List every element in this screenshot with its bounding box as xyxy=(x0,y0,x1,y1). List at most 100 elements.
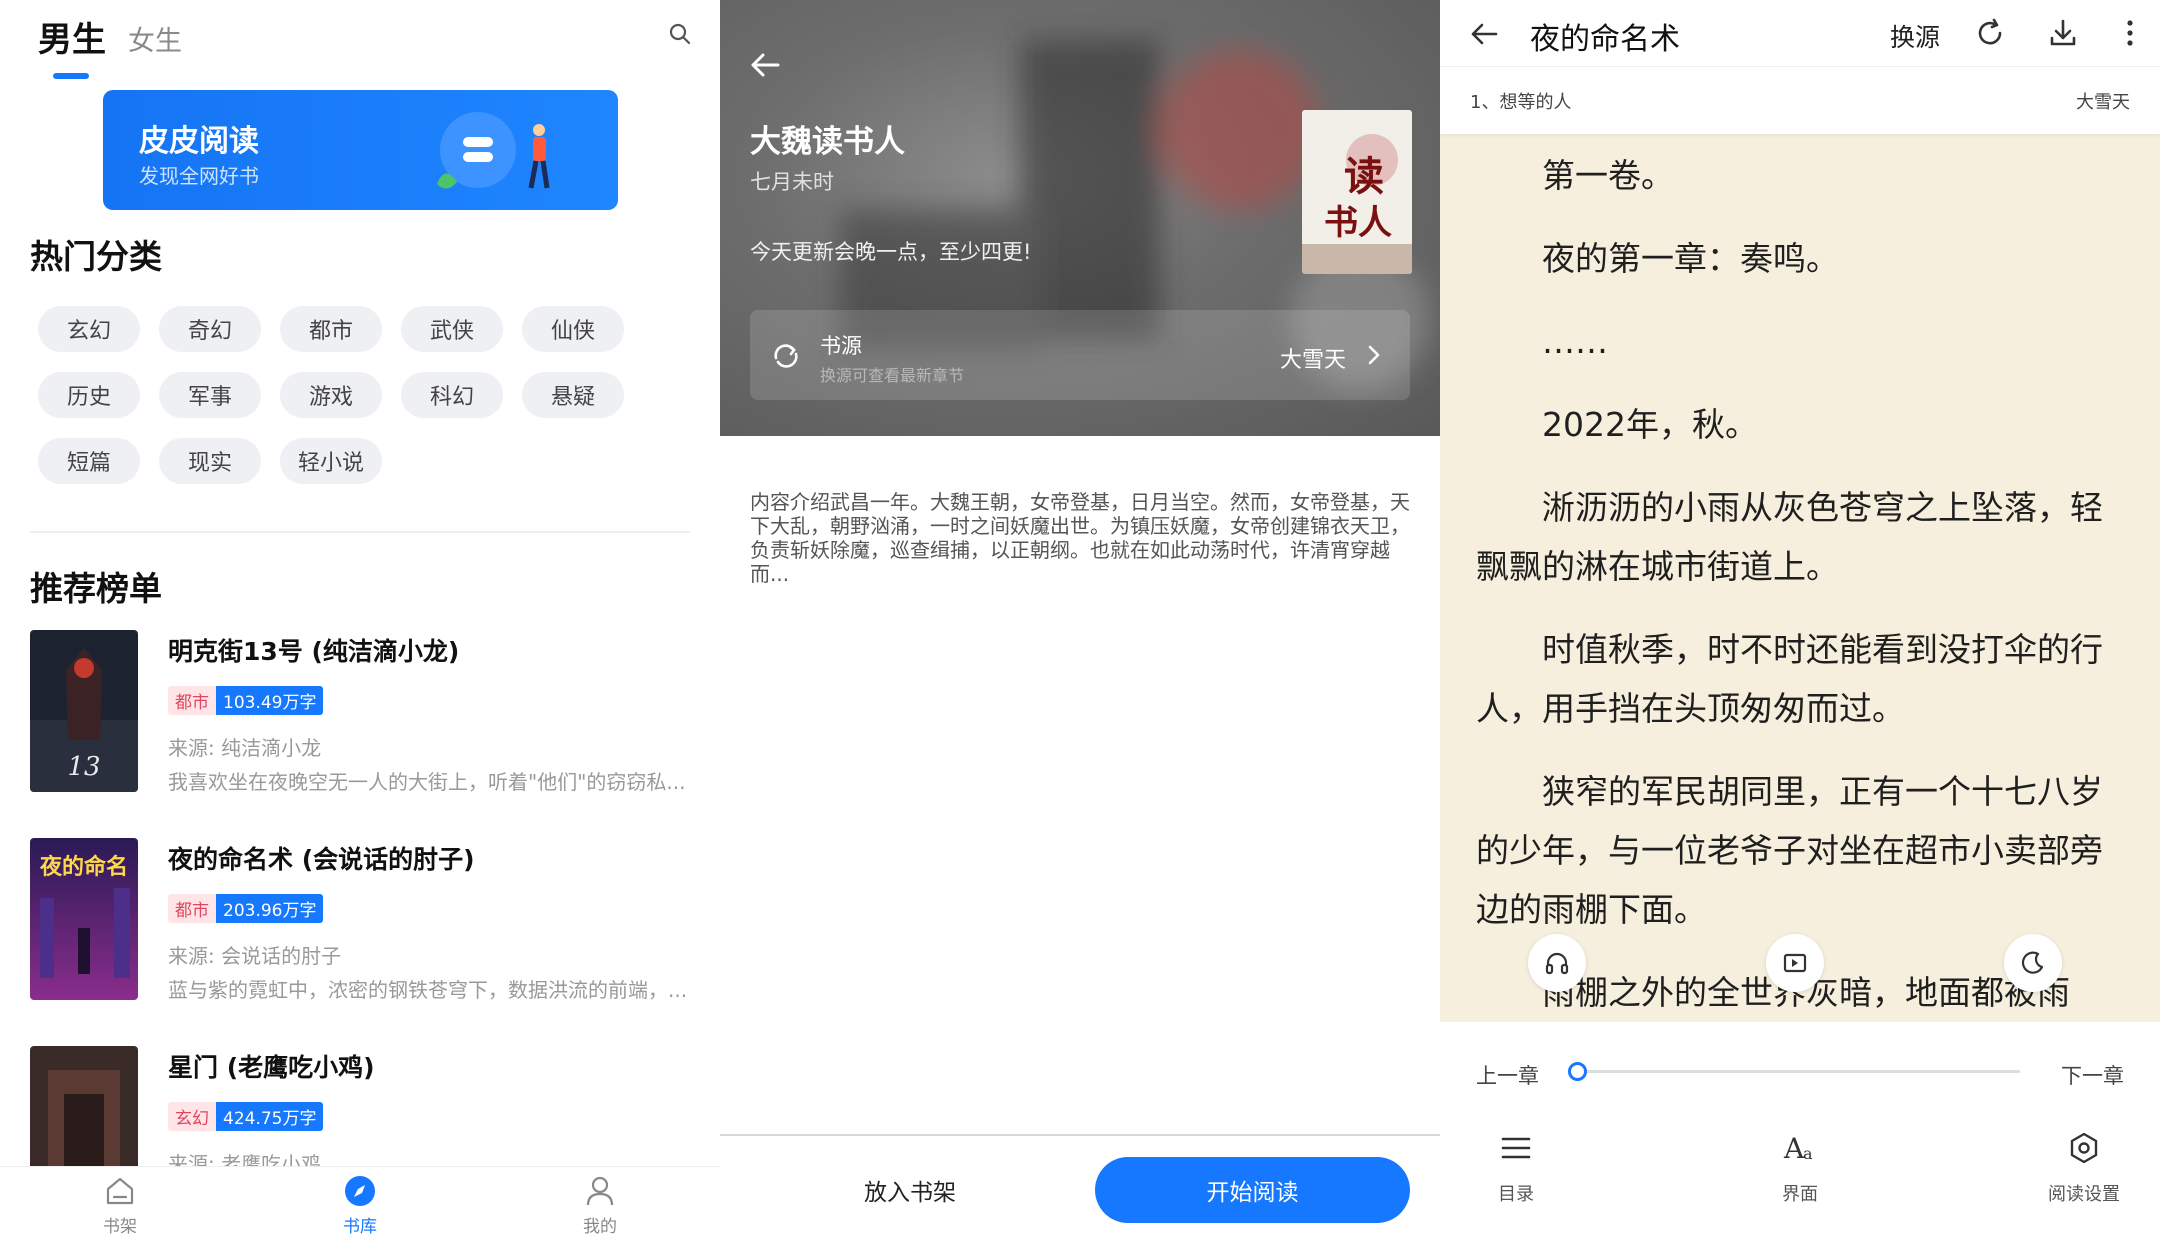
category-chips: 玄幻 奇幻 都市 武侠 仙侠 历史 军事 游戏 科幻 悬疑 短篇 现实 轻小说 xyxy=(38,306,638,484)
swap-source-icon xyxy=(774,344,798,368)
category-chip[interactable]: 奇幻 xyxy=(159,306,261,352)
hot-categories-title: 热门分类 xyxy=(30,237,162,276)
svg-text:A: A xyxy=(1783,1132,1805,1165)
category-chip[interactable]: 武侠 xyxy=(401,306,503,352)
category-tag: 都市 xyxy=(168,686,216,715)
tab-male[interactable]: 男生 xyxy=(38,12,106,79)
reading-settings-button[interactable]: 阅读设置 xyxy=(2044,1130,2124,1206)
book-source: 来源: 会说话的肘子 xyxy=(168,944,342,968)
rankings-title: 推荐榜单 xyxy=(30,569,162,608)
svg-text:13: 13 xyxy=(67,752,100,782)
list-item[interactable]: 13 明克街13号 (纯洁滴小龙) 都市 103.49万字 来源: 纯洁滴小龙 … xyxy=(30,630,690,838)
book-cover: 13 xyxy=(30,630,138,792)
search-icon[interactable] xyxy=(668,22,692,46)
book-title: 大魏读书人 xyxy=(750,124,905,160)
auto-page-icon xyxy=(1783,953,1807,973)
banner-illustration xyxy=(437,112,550,189)
source-hint: 换源可查看最新章节 xyxy=(820,366,965,385)
reader-book-title: 夜的命名术 xyxy=(1530,22,1680,57)
paragraph: 淅沥沥的小雨从灰色苍穹之上坠落，轻飘飘的淋在城市街道上。 xyxy=(1476,488,2103,586)
nav-label: 书架 xyxy=(103,1217,137,1237)
next-chapter-button[interactable]: 下一章 xyxy=(2061,1060,2124,1090)
toolbar-divider xyxy=(1440,66,2160,67)
back-arrow-icon[interactable] xyxy=(1468,18,1500,50)
book-author: 七月未时 xyxy=(750,170,834,194)
book-detail-panel: 大魏读书人 七月未时 今天更新会晚一点，至少四更! 读 书人 书源 换源可查看最… xyxy=(720,0,1440,1244)
nav-profile[interactable]: 我的 xyxy=(540,1174,660,1237)
moon-icon xyxy=(2021,951,2044,974)
category-chip[interactable]: 历史 xyxy=(38,372,140,418)
category-chip[interactable]: 科幻 xyxy=(401,372,503,418)
swap-source-button[interactable]: 换源 xyxy=(1890,18,1940,54)
tool-label: 界面 xyxy=(1782,1184,1818,1205)
book-title: 星门 (老鹰吃小鸡) xyxy=(168,1053,375,1082)
chevron-right-icon xyxy=(1368,345,1380,365)
menu-list-icon xyxy=(1501,1137,1531,1159)
category-chip[interactable]: 仙侠 xyxy=(522,306,624,352)
previous-chapter-button[interactable]: 上一章 xyxy=(1476,1060,1539,1090)
listen-button[interactable] xyxy=(1528,934,1586,992)
category-chip[interactable]: 短篇 xyxy=(38,438,140,484)
current-chapter: 1、想等的人 xyxy=(1470,92,1572,113)
svg-text:夜的命名: 夜的命名 xyxy=(39,854,128,880)
tab-female[interactable]: 女生 xyxy=(128,19,182,61)
category-chip[interactable]: 悬疑 xyxy=(522,372,624,418)
toc-button[interactable]: 目录 xyxy=(1476,1130,1556,1206)
appearance-button[interactable]: A a 界面 xyxy=(1760,1130,1840,1206)
book-cover: 夜的命名 xyxy=(30,838,138,1000)
current-source: 大雪天 xyxy=(2076,92,2130,113)
bookstore-panel: 男生 女生 皮皮阅读 发现全网好书 热门分类 玄幻 奇幻 都市 武侠 仙侠 历史… xyxy=(0,0,720,1244)
book-source-selector[interactable]: 书源 换源可查看最新章节 大雪天 xyxy=(750,310,1410,400)
promo-banner[interactable]: 皮皮阅读 发现全网好书 xyxy=(103,90,618,210)
category-tag: 玄幻 xyxy=(168,1102,216,1131)
refresh-icon[interactable] xyxy=(1973,16,2007,50)
settings-hexagon-icon xyxy=(2070,1132,2098,1164)
reader-toolbar: 夜的命名术 换源 1、想等的人 大雪天 xyxy=(1440,0,2160,134)
length-tag: 424.75万字 xyxy=(216,1102,324,1131)
nav-label: 我的 xyxy=(583,1217,617,1237)
category-chip[interactable]: 都市 xyxy=(280,306,382,352)
book-title: 明克街13号 (纯洁滴小龙) xyxy=(168,637,460,666)
nav-library[interactable]: 书库 xyxy=(300,1174,420,1237)
tool-label: 目录 xyxy=(1498,1184,1534,1205)
update-notice: 今天更新会晚一点，至少四更! xyxy=(750,240,1032,264)
book-introduction: 内容介绍武昌一年。大魏王朝，女帝登基，日月当空。然而，女帝登基，天下大乱，朝野汹… xyxy=(750,490,1410,586)
user-icon xyxy=(586,1176,614,1206)
headphones-icon xyxy=(1545,952,1569,975)
book-hero: 大魏读书人 七月未时 今天更新会晚一点，至少四更! 读 书人 书源 换源可查看最… xyxy=(720,0,1440,436)
category-chip[interactable]: 轻小说 xyxy=(280,438,382,484)
download-icon[interactable] xyxy=(2046,16,2080,50)
auto-page-button[interactable] xyxy=(1766,934,1824,992)
back-arrow-icon[interactable] xyxy=(748,48,782,82)
paragraph: 2022年，秋。 xyxy=(1542,405,1758,444)
font-size-icon: A a xyxy=(1783,1132,1813,1165)
chapter-progress-slider[interactable] xyxy=(1578,1070,2020,1073)
nav-bookshelf[interactable]: 书架 xyxy=(60,1174,180,1237)
category-chip[interactable]: 玄幻 xyxy=(38,306,140,352)
source-value: 大雪天 xyxy=(1279,348,1346,373)
svg-text:读: 读 xyxy=(1344,153,1384,200)
night-mode-button[interactable] xyxy=(2004,934,2062,992)
reader-panel: 夜的命名术 换源 1、想等的人 大雪天 第一卷。 夜的第一章：奏鸣。 …… 20… xyxy=(1440,0,2160,1244)
svg-text:a: a xyxy=(1803,1144,1813,1163)
gender-tabs: 男生 女生 xyxy=(38,12,182,79)
start-reading-button[interactable]: 开始阅读 xyxy=(1095,1157,1410,1223)
category-tag: 都市 xyxy=(168,894,216,923)
category-chip[interactable]: 现实 xyxy=(159,438,261,484)
paragraph: 夜的第一章：奏鸣。 xyxy=(1542,239,1839,278)
reading-content: 第一卷。 夜的第一章：奏鸣。 …… 2022年，秋。 淅沥沥的小雨从灰色苍穹之上… xyxy=(1476,146,2126,1046)
category-chip[interactable]: 军事 xyxy=(159,372,261,418)
book-tags: 都市 203.96万字 xyxy=(168,894,324,923)
book-tags: 都市 103.49万字 xyxy=(168,686,324,715)
reader-tools: 目录 A a 界面 阅读设置 xyxy=(1440,1130,2160,1206)
list-item[interactable]: 夜的命名 夜的命名术 (会说话的肘子) 都市 203.96万字 来源: 会说话的… xyxy=(30,838,690,1046)
book-cover: 读 书人 xyxy=(1302,110,1412,274)
book-title: 夜的命名术 (会说话的肘子) xyxy=(168,845,475,874)
slider-thumb[interactable] xyxy=(1568,1062,1587,1081)
category-chip[interactable]: 游戏 xyxy=(280,372,382,418)
more-options-icon[interactable] xyxy=(2118,16,2142,50)
paragraph: 时值秋季，时不时还能看到没打伞的行人，用手挡在头顶匆匆而过。 xyxy=(1476,630,2103,728)
book-description: 我喜欢坐在夜晚空无一人的大街上，听着"他们"的窃窃私... xyxy=(168,770,686,794)
bookshelf-icon xyxy=(106,1177,134,1205)
add-to-shelf-button[interactable]: 放入书架 xyxy=(820,1170,1000,1210)
